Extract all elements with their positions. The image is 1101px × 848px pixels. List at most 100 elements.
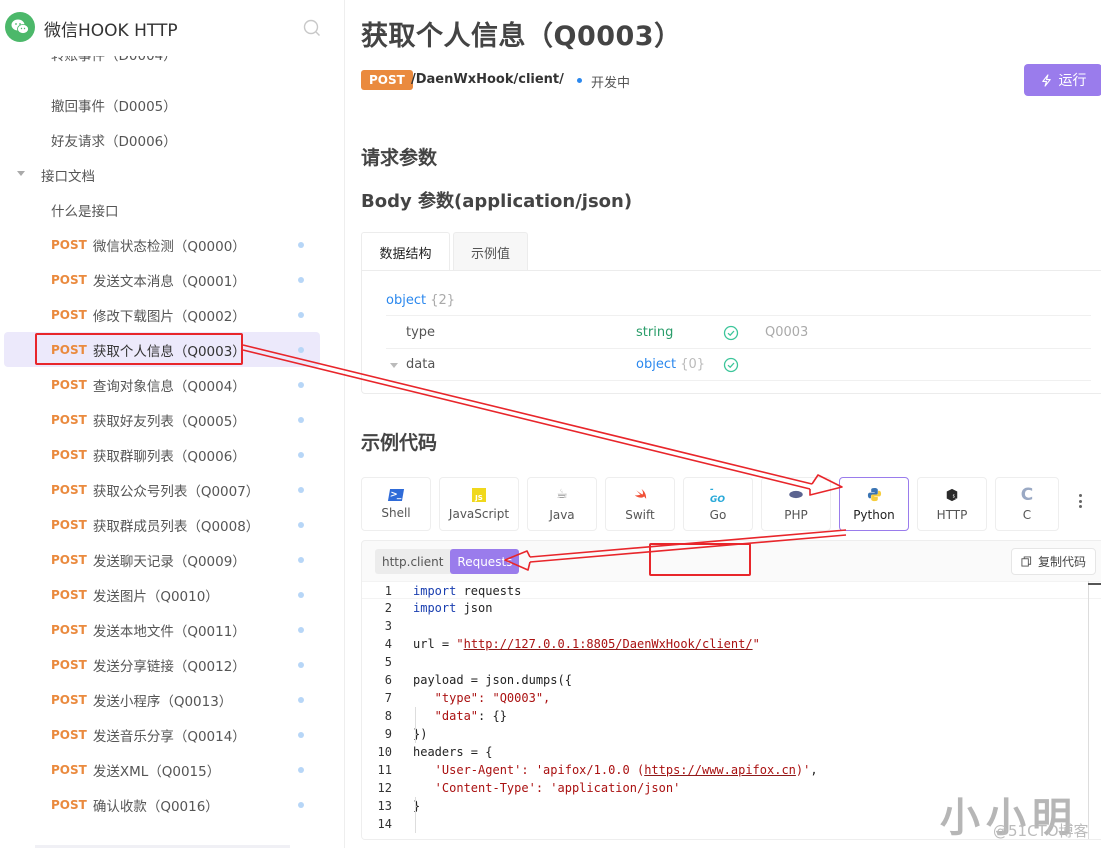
method-badge: POST [361,70,413,90]
lang-javascript[interactable]: JS JavaScript [439,477,519,531]
code-text: 'Content-Type': 'application/json' [413,781,681,795]
caret-down-icon[interactable] [17,171,25,176]
lang-label: Java [549,507,575,522]
tab-data-structure[interactable]: 数据结构 [361,232,450,271]
sidebar-item-label: 什么是接口 [51,203,119,220]
sidebar-api-item[interactable]: POST 发送小程序（Q0013） [0,682,344,717]
code-text: headers = { [413,745,493,759]
api-path: /DaenWxHook/client/ [411,72,564,87]
sidebar-api-item[interactable]: POST 确认收款（Q0016） [0,787,344,822]
method-label: POST [51,272,87,287]
sidebar-api-item[interactable]: POST 发送音乐分享（Q0014） [0,717,344,752]
sidebar-item-label: 发送文本消息（Q0001） [92,273,246,290]
swift-icon [632,487,648,503]
search-icon[interactable] [302,18,322,38]
run-button[interactable]: 运行 [1024,64,1101,96]
wechat-icon [5,12,35,42]
go-icon: -GO [710,484,726,505]
lib-tab-http-client[interactable]: http.client [375,549,450,574]
sidebar-item-what-is-api[interactable]: 什么是接口 [0,192,344,227]
sidebar-item-recall-event[interactable]: 撤回事件（D0005） [0,87,344,122]
app-title: 微信HOOK HTTP [44,21,178,41]
code-text: 'User-Agent': 'apifox/1.0.0 (https://www… [413,763,818,777]
java-icon: ☕ [556,487,568,502]
status-dot [298,347,304,353]
lang-label: Shell [381,505,411,520]
sidebar-item-label: 查询对象信息（Q0004） [92,378,246,395]
method-label: POST [51,552,87,567]
sidebar-api-item[interactable]: POST 修改下载图片（Q0002） [0,297,344,332]
indent-guide [415,797,416,833]
code-scrollbar[interactable] [1088,581,1089,839]
python-icon [866,487,882,503]
lang-label: PHP [784,507,808,522]
line-number: 5 [384,655,392,669]
copy-code-button[interactable]: 复制代码 [1011,548,1096,575]
lang-go[interactable]: -GO Go [683,477,753,531]
field-example: Q0003 [765,325,809,340]
lang-label: JavaScript [448,506,510,521]
lang-label: Python [853,507,895,522]
code-line: 11 'User-Agent': 'apifox/1.0.0 (https://… [362,761,1101,779]
code-text: import json [413,601,493,615]
method-label: POST [51,517,87,532]
field-type-name: object [636,357,677,372]
lang-shell[interactable]: >_ Shell [361,477,431,531]
sidebar-api-item[interactable]: POST 发送图片（Q0010） [0,577,344,612]
sidebar-api-item[interactable]: POST 发送文本消息（Q0001） [0,262,344,297]
lang-python[interactable]: Python [839,477,909,531]
svg-text:$_: $_ [952,493,958,499]
sidebar-api-item[interactable]: POST 发送聊天记录（Q0009） [0,542,344,577]
lang-swift[interactable]: Swift [605,477,675,531]
status-dot [298,312,304,318]
sidebar-item-friend-request[interactable]: 好友请求（D0006） [0,122,344,157]
code-scrollbar-thumb[interactable] [1088,583,1101,585]
line-number: 9 [384,727,392,741]
code-line: 4 url = "http://127.0.0.1:8805/DaenWxHook… [362,635,1101,653]
code-line: 7 "type": "Q0003", [362,689,1101,707]
sidebar-item-label: 获取好友列表（Q0005） [92,413,246,430]
method-label: POST [51,622,87,637]
sidebar-api-item[interactable]: POST 发送XML（Q0015） [0,752,344,787]
sidebar-api-item[interactable]: POST 发送分享链接（Q0012） [0,647,344,682]
lib-tab-requests[interactable]: Requests [450,549,520,574]
status-dot [298,382,304,388]
method-label: POST [51,342,87,357]
status-dot [298,417,304,423]
sidebar-item-label: 发送聊天记录（Q0009） [92,553,246,570]
method-label: POST [51,237,87,252]
lang-php[interactable]: PHP [761,477,831,531]
line-number: 10 [377,745,392,759]
sidebar-api-item[interactable]: POST 获取群成员列表（Q0008） [0,507,344,542]
sidebar: 微信HOOK HTTP 转账事件（D0004） 撤回事件（D0005） 好友请求… [0,0,345,848]
line-number: 3 [384,619,392,633]
sidebar-api-item[interactable]: POST 发送本地文件（Q0011） [0,612,344,647]
sidebar-folder-api-docs[interactable]: 接口文档 [0,157,344,192]
more-vertical-icon[interactable] [1077,494,1083,508]
sample-code-heading: 示例代码 [361,432,438,454]
sidebar-api-item[interactable]: POST 获取公众号列表（Q0007） [0,472,344,507]
sidebar-item-label: 获取群聊列表（Q0006） [92,448,246,465]
schema-root-count: {2} [430,293,456,308]
sidebar-api-item[interactable]: POST 微信状态检测（Q0000） [0,227,344,262]
method-label: POST [51,587,87,602]
line-number: 13 [377,799,392,813]
sidebar-api-item[interactable]: POST 查询对象信息（Q0004） [0,367,344,402]
lang-http[interactable]: $_ HTTP [917,477,987,531]
sidebar-tree: 转账事件（D0004） 撤回事件（D0005） 好友请求（D0006） 接口文档… [0,52,344,822]
code-line: 2 import json [362,599,1101,617]
sidebar-api-item[interactable]: POST 获取群聊列表（Q0006） [0,437,344,472]
method-label: POST [51,762,87,777]
library-tabs: http.client Requests [375,549,520,574]
caret-down-icon[interactable] [390,363,398,368]
sidebar-api-item[interactable]: POST 获取好友列表（Q0005） [0,402,344,437]
tab-example-value[interactable]: 示例值 [453,232,528,271]
code-line: 8 "data": {} [362,707,1101,725]
sidebar-item-label: 发送本地文件（Q0011） [92,623,246,640]
lang-java[interactable]: ☕ Java [527,477,597,531]
sidebar-api-item-active[interactable]: POST 获取个人信息（Q0003） [4,332,320,367]
method-label: POST [51,797,87,812]
copy-code-label: 复制代码 [1037,555,1086,569]
sidebar-item-transfer-event[interactable]: 转账事件（D0004） [0,52,344,87]
lang-c[interactable]: C C [995,477,1059,531]
